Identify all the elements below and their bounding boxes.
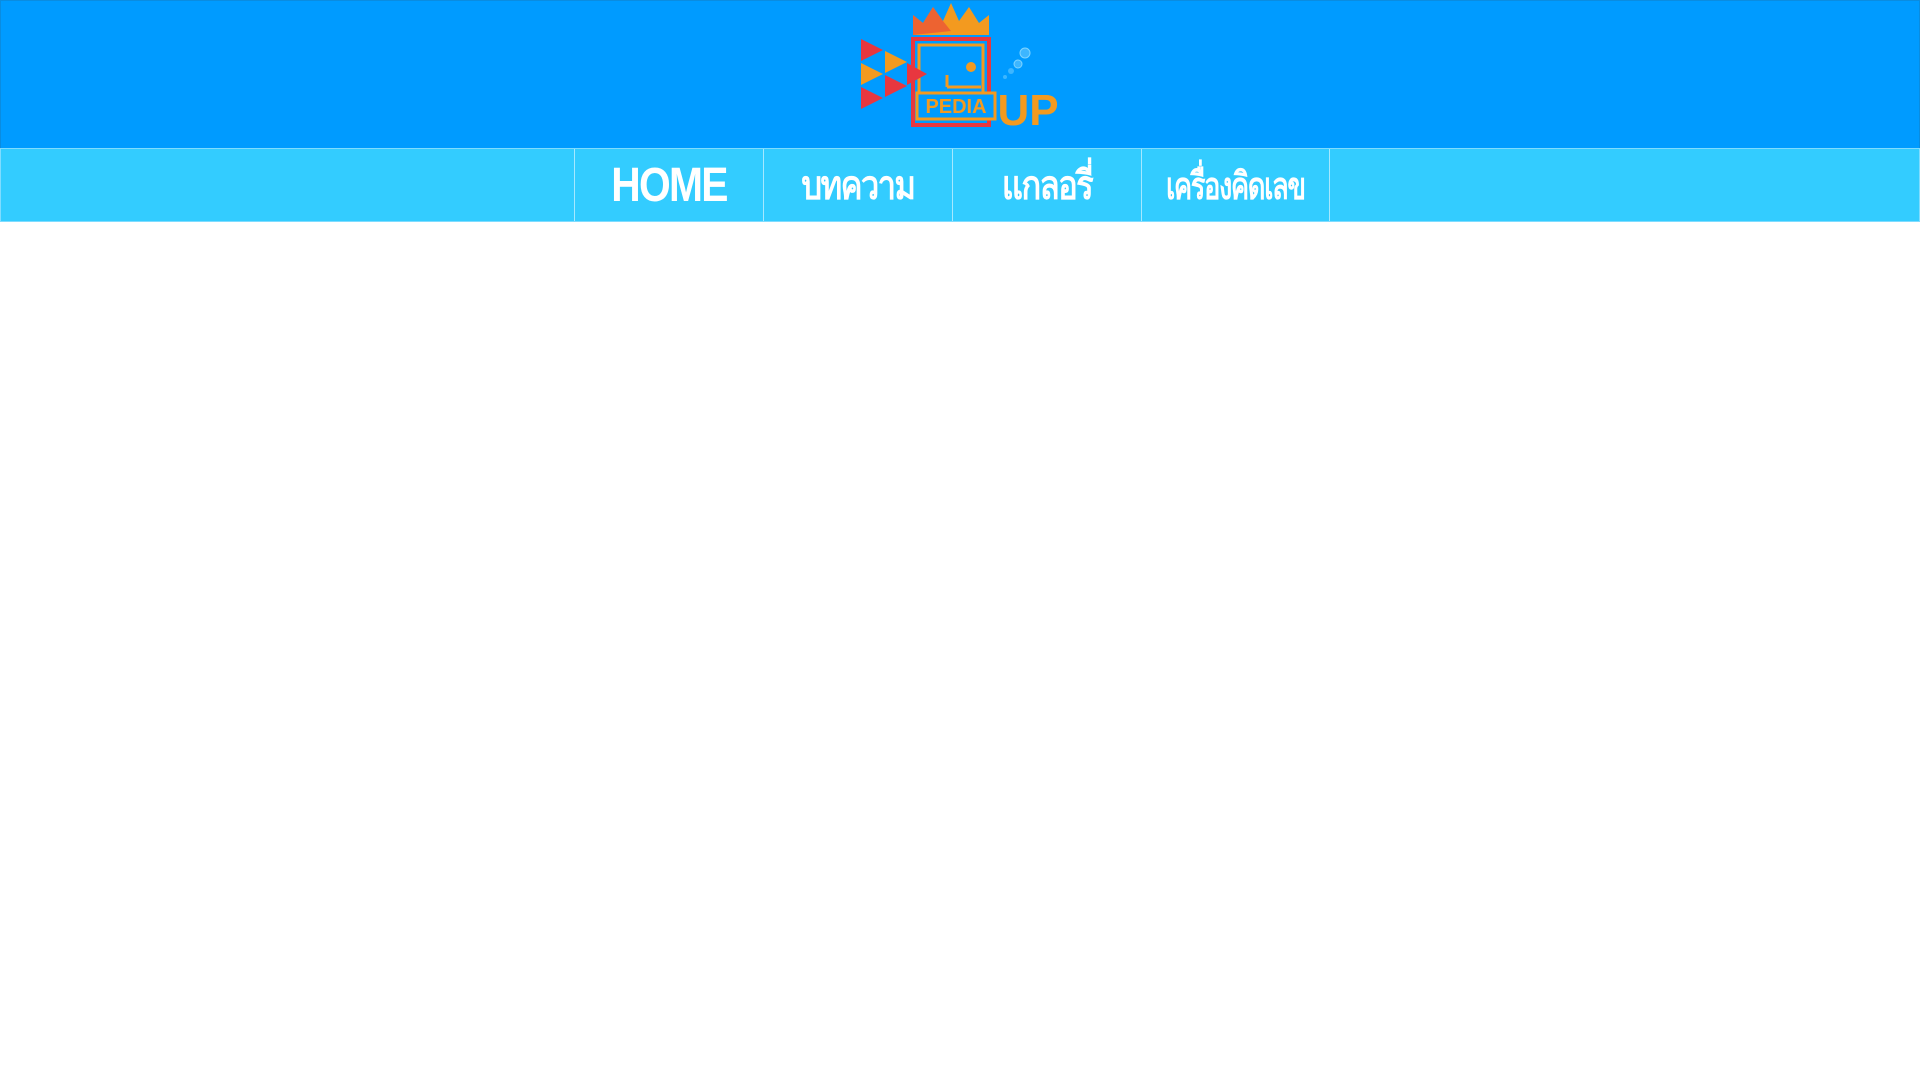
main-content [0, 222, 1920, 1080]
pediaup-logo[interactable]: PEDIA UP [851, 1, 1061, 136]
nav-menu: HOME บทความ แกลอรี่ เครื่องคิดเลข [574, 149, 1330, 221]
nav-item-gallery[interactable]: แกลอรี่ [952, 149, 1141, 221]
logo-text-pedia: PEDIA [925, 96, 986, 118]
nav-item-label: HOME [611, 158, 728, 212]
nav-item-home[interactable]: HOME [574, 149, 763, 221]
site-header: PEDIA UP [0, 0, 1920, 148]
nav-item-label: แกลอรี่ [1001, 163, 1094, 209]
nav-item-calculator[interactable]: เครื่องคิดเลข [1141, 149, 1330, 221]
nav-item-label: บทความ [801, 163, 916, 209]
nav-item-label: เครื่องคิดเลข [1166, 163, 1306, 208]
main-navbar: HOME บทความ แกลอรี่ เครื่องคิดเลข [0, 148, 1920, 222]
logo-text-up: UP [997, 86, 1058, 135]
nav-item-articles[interactable]: บทความ [763, 149, 952, 221]
